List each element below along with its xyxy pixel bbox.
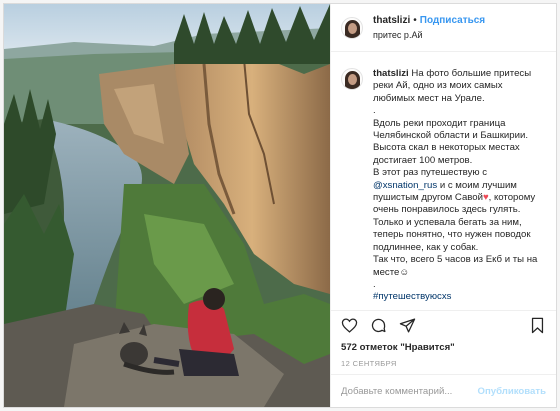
heart-icon[interactable] bbox=[341, 317, 358, 334]
caption-line: достигает 100 метров. bbox=[373, 154, 473, 166]
publish-button[interactable]: Опубликовать bbox=[477, 386, 546, 397]
caption-line: Вдоль реки проходит граница bbox=[373, 117, 506, 129]
follow-button[interactable]: Подписаться bbox=[420, 15, 485, 26]
separator-dot: • bbox=[413, 14, 417, 26]
caption-line: подлиннее, как у собак. bbox=[373, 241, 479, 253]
caption-line: и с моим лучшим bbox=[439, 179, 517, 191]
mention-link[interactable]: @xsnation_rus bbox=[373, 180, 437, 191]
comment-bar: Опубликовать bbox=[331, 374, 556, 407]
username-link[interactable]: thatslizi bbox=[373, 15, 410, 26]
caption-line: Высота скал в некоторых местах bbox=[373, 142, 520, 154]
caption-line: теперь понятно, что нужен поводок bbox=[373, 229, 531, 241]
landscape-photo bbox=[4, 4, 330, 407]
caption-line: Только и успевала бегать за ним, bbox=[373, 216, 522, 228]
comment-input[interactable] bbox=[341, 385, 478, 397]
caption-line: Так что, всего 5 часов из Екб и ты на bbox=[373, 254, 538, 266]
caption-avatar[interactable] bbox=[341, 68, 363, 90]
header-text: thatslizi • Подписаться притес р.Ай bbox=[373, 14, 485, 42]
instagram-post: thatslizi • Подписаться притес р.Ай thatsl… bbox=[3, 3, 557, 408]
post-photo[interactable] bbox=[4, 4, 330, 407]
caption-line: месте bbox=[373, 266, 400, 278]
caption-username[interactable]: thatslizi bbox=[373, 68, 409, 79]
action-bar bbox=[331, 310, 556, 340]
caption-line: любимых мест на Урале. bbox=[373, 92, 485, 104]
caption-area: thatslizi На фото большие притесы реки А… bbox=[331, 52, 556, 310]
caption-text: thatslizi На фото большие притесы реки А… bbox=[373, 68, 546, 310]
caption-line: очень понравилось здесь гулять. bbox=[373, 204, 521, 216]
caption-line: На фото большие притесы bbox=[411, 68, 532, 79]
bookmark-icon[interactable] bbox=[529, 317, 546, 334]
caption-line: , которому bbox=[488, 192, 536, 204]
comment-icon[interactable] bbox=[370, 317, 387, 334]
post-header: thatslizi • Подписаться притес р.Ай bbox=[331, 4, 556, 52]
smile-emoji: ☺ bbox=[399, 266, 410, 278]
caption-line: . bbox=[373, 278, 376, 290]
share-icon[interactable] bbox=[399, 317, 416, 334]
caption-line: реки Ай, одно из моих самых bbox=[373, 80, 503, 92]
caption-line: Челябинской области и Башкирии. bbox=[373, 130, 528, 142]
location-link[interactable]: притес р.Ай bbox=[373, 28, 485, 42]
post-date[interactable]: 12 сентября bbox=[331, 356, 556, 374]
likes-count[interactable]: 572 отметок "Нравится" bbox=[331, 340, 556, 356]
caption-line: пушистым другом Савой bbox=[373, 192, 483, 204]
caption-line: . bbox=[373, 105, 376, 117]
post-sidebar: thatslizi • Подписаться притес р.Ай thatsl… bbox=[330, 4, 556, 407]
avatar[interactable] bbox=[341, 16, 363, 39]
caption-line: В этот раз путешествую с bbox=[373, 167, 488, 179]
hashtag-link[interactable]: #путешествуюсxs bbox=[373, 291, 546, 303]
